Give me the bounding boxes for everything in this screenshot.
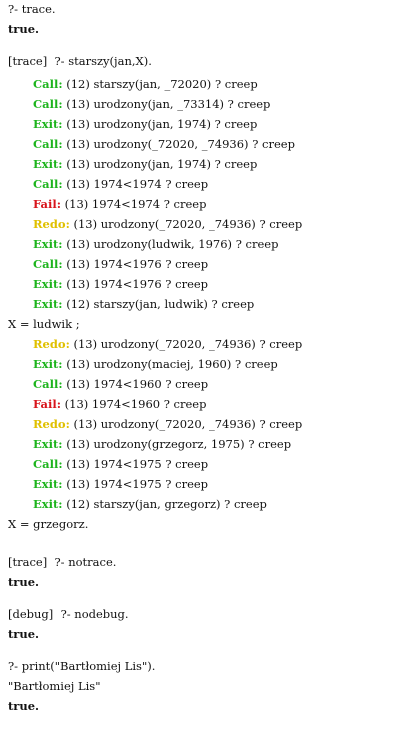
trace-port: Exit: (33, 297, 63, 311)
trace-goal: (13) urodzony(jan, 1974) ? creep (62, 117, 258, 131)
trace-goal: (13) urodzony(_72020, _74936) ? creep (62, 137, 295, 151)
trace-goal: (13) 1974<1960 ? creep (60, 397, 207, 411)
trace-port: Redo: (33, 217, 70, 231)
trace-line: Exit: (12) starszy(jan, grzegorz) ? cree… (33, 497, 267, 511)
trace-port: Fail: (33, 197, 61, 211)
trace-line: Call: (13) urodzony(_72020, _74936) ? cr… (33, 137, 295, 151)
trace-goal: (13) urodzony(grzegorz, 1975) ? creep (62, 437, 292, 451)
trace-goal: (13) urodzony(ludwik, 1976) ? creep (62, 237, 279, 251)
console-result: true. (8, 22, 40, 36)
trace-goal: (12) starszy(jan, _72020) ? creep (62, 77, 258, 91)
trace-goal: (13) urodzony(_72020, _74936) ? creep (69, 337, 303, 351)
trace-port: Exit: (33, 437, 63, 451)
trace-line: Exit: (13) urodzony(maciej, 1960) ? cree… (33, 357, 278, 371)
trace-port: Exit: (33, 497, 63, 511)
console-line: ?- trace. (8, 2, 56, 16)
trace-line: Exit: (13) urodzony(jan, 1974) ? creep (33, 157, 257, 171)
trace-goal: (12) starszy(jan, grzegorz) ? creep (62, 497, 267, 511)
trace-line: Exit: (13) urodzony(grzegorz, 1975) ? cr… (33, 437, 291, 451)
trace-goal: (13) urodzony(_72020, _74936) ? creep (69, 217, 303, 231)
trace-line: Call: (13) 1974<1975 ? creep (33, 457, 208, 471)
trace-line: Exit: (13) 1974<1975 ? creep (33, 477, 208, 491)
trace-goal: (13) urodzony(maciej, 1960) ? creep (62, 357, 278, 371)
trace-port: Exit: (33, 237, 63, 251)
trace-goal: (13) 1974<1974 ? creep (60, 197, 207, 211)
trace-port: Redo: (33, 417, 70, 431)
trace-line: Call: (13) urodzony(jan, _73314) ? creep (33, 97, 270, 111)
trace-line: Redo: (13) urodzony(_72020, _74936) ? cr… (33, 337, 302, 351)
trace-goal: (13) 1974<1960 ? creep (62, 377, 209, 391)
trace-port: Exit: (33, 157, 63, 171)
console-line: [debug] ?- nodebug. (8, 607, 129, 621)
trace-goal: (12) starszy(jan, ludwik) ? creep (62, 297, 255, 311)
trace-goal: (13) 1974<1976 ? creep (62, 257, 209, 271)
trace-port: Call: (33, 77, 63, 91)
trace-line: Fail: (13) 1974<1960 ? creep (33, 397, 206, 411)
trace-port: Call: (33, 97, 63, 111)
prolog-console: ?- trace. true. [trace] ?- starszy(jan,X… (0, 0, 413, 753)
trace-line: Call: (13) 1974<1974 ? creep (33, 177, 208, 191)
trace-goal: (13) urodzony(_72020, _74936) ? creep (69, 417, 303, 431)
trace-port: Call: (33, 257, 63, 271)
console-line: ?- print("Bartłomiej Lis"). (8, 659, 156, 673)
console-result: true. (8, 575, 40, 589)
trace-line: Exit: (13) 1974<1976 ? creep (33, 277, 208, 291)
trace-line: Exit: (12) starszy(jan, ludwik) ? creep (33, 297, 254, 311)
trace-line: Exit: (13) urodzony(jan, 1974) ? creep (33, 117, 257, 131)
trace-port: Exit: (33, 277, 63, 291)
trace-goal: (13) urodzony(jan, _73314) ? creep (62, 97, 271, 111)
trace-port: Exit: (33, 117, 63, 131)
trace-port: Exit: (33, 357, 63, 371)
trace-goal: (13) urodzony(jan, 1974) ? creep (62, 157, 258, 171)
trace-port: Call: (33, 137, 63, 151)
console-line: [trace] ?- notrace. (8, 555, 117, 569)
trace-goal: (13) 1974<1975 ? creep (62, 457, 209, 471)
trace-port: Exit: (33, 477, 63, 491)
console-result: true. (8, 627, 40, 641)
trace-line: Call: (13) 1974<1960 ? creep (33, 377, 208, 391)
trace-port: Call: (33, 377, 63, 391)
trace-port: Call: (33, 177, 63, 191)
trace-line: Redo: (13) urodzony(_72020, _74936) ? cr… (33, 217, 302, 231)
console-answer: X = grzegorz. (8, 517, 89, 531)
trace-line: Fail: (13) 1974<1974 ? creep (33, 197, 206, 211)
console-output: "Bartłomiej Lis" (8, 679, 101, 693)
console-answer: X = ludwik ; (8, 317, 80, 331)
trace-line: Call: (12) starszy(jan, _72020) ? creep (33, 77, 258, 91)
trace-port: Fail: (33, 397, 61, 411)
trace-line: Call: (13) 1974<1976 ? creep (33, 257, 208, 271)
trace-line: Redo: (13) urodzony(_72020, _74936) ? cr… (33, 417, 302, 431)
trace-goal: (13) 1974<1974 ? creep (62, 177, 209, 191)
trace-port: Redo: (33, 337, 70, 351)
console-result: true. (8, 699, 40, 713)
trace-goal: (13) 1974<1976 ? creep (62, 277, 209, 291)
console-line: [trace] ?- starszy(jan,X). (8, 54, 152, 68)
trace-line: Exit: (13) urodzony(ludwik, 1976) ? cree… (33, 237, 278, 251)
trace-port: Call: (33, 457, 63, 471)
trace-goal: (13) 1974<1975 ? creep (62, 477, 209, 491)
